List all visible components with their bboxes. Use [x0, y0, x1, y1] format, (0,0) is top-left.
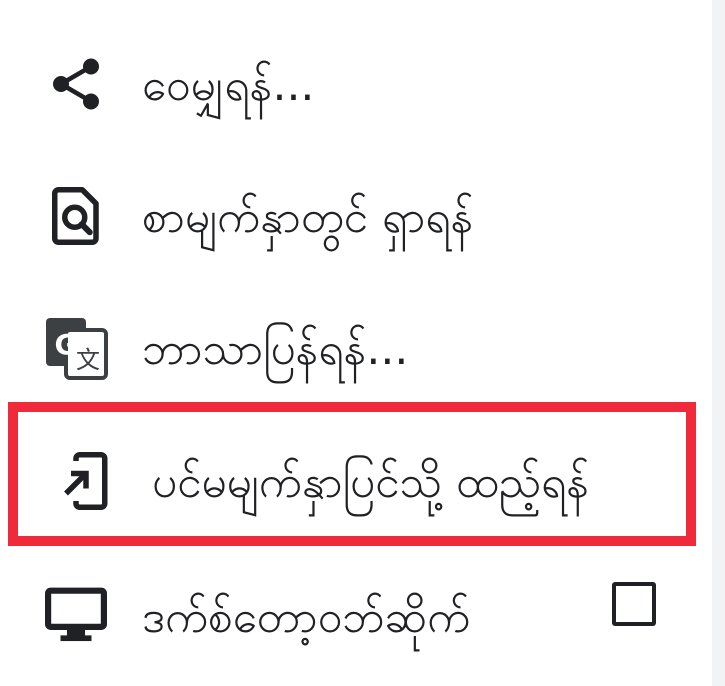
add-to-home-screen-icon — [54, 449, 118, 513]
find-in-page-label: စာမျက်နှာတွင် ရှာရန် — [142, 192, 474, 243]
desktop-site-label: ဒက်စ်တော့ဝဘ်ဆိုက် — [142, 592, 471, 643]
share-icon — [44, 52, 108, 116]
translate-label: ဘာသာပြန်ရန်... — [142, 324, 409, 375]
share-menu-item[interactable]: ဝေမျှရန်... — [0, 8, 712, 148]
add-to-home-screen-menu-item[interactable]: ပင်မမျက်နှာပြင်သို့ ထည့်ရန် — [8, 402, 696, 546]
translate-icon: G 文 — [44, 316, 108, 380]
menu-shadow-edge — [712, 0, 725, 686]
desktop-icon — [44, 584, 108, 648]
svg-text:文: 文 — [76, 346, 100, 374]
desktop-site-checkbox[interactable] — [612, 582, 656, 626]
share-label: ဝေမျှရန်... — [142, 60, 315, 111]
overflow-menu: ဝေမျှရန်... စာမျက်နှာတွင် ရှာရန် G 文 ဘာသ… — [0, 0, 712, 686]
add-to-home-screen-label: ပင်မမျက်နှာပြင်သို့ ထည့်ရန် — [152, 457, 590, 508]
desktop-site-menu-item[interactable]: ဒက်စ်တော့ဝဘ်ဆိုက် — [0, 540, 712, 680]
find-in-page-menu-item[interactable]: စာမျက်နှာတွင် ရှာရန် — [0, 140, 712, 280]
translate-menu-item[interactable]: G 文 ဘာသာပြန်ရန်... — [0, 272, 712, 412]
find-in-page-icon — [44, 184, 108, 248]
svg-text:G: G — [55, 328, 78, 361]
